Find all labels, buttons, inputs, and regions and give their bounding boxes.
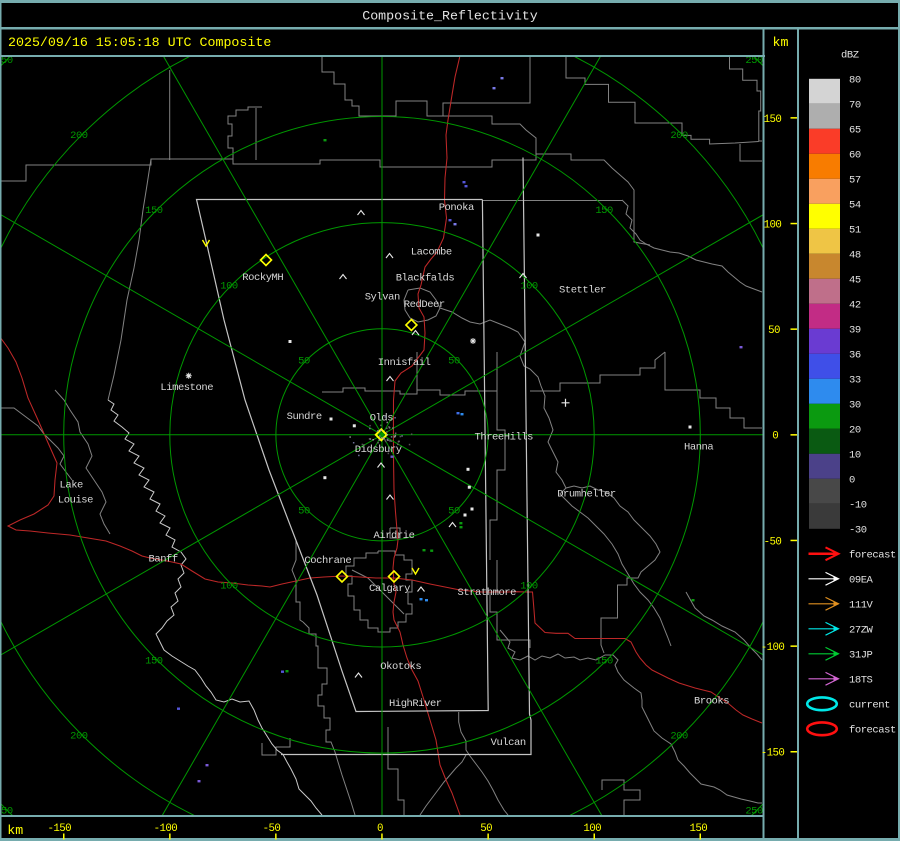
svg-text:Okotoks: Okotoks — [380, 661, 421, 673]
svg-text:150: 150 — [595, 205, 613, 217]
svg-text:100: 100 — [764, 219, 782, 231]
svg-text:Sundre: Sundre — [287, 411, 322, 423]
svg-text:Limestone: Limestone — [160, 382, 213, 394]
svg-text:Strathmore: Strathmore — [458, 587, 517, 599]
svg-text:50: 50 — [448, 355, 460, 367]
svg-text:Stettler: Stettler — [559, 285, 606, 297]
svg-text:-50: -50 — [263, 823, 281, 835]
svg-text:Vulcan: Vulcan — [491, 737, 526, 749]
svg-text:50: 50 — [448, 505, 460, 517]
svg-text:09EA: 09EA — [849, 575, 874, 587]
svg-text:-30: -30 — [849, 525, 867, 537]
svg-text:27ZW: 27ZW — [849, 625, 874, 637]
svg-text:60: 60 — [849, 150, 861, 162]
svg-text:50: 50 — [768, 325, 780, 337]
svg-text:20: 20 — [849, 425, 861, 437]
svg-text:18TS: 18TS — [849, 675, 873, 687]
svg-text:Cochrane: Cochrane — [304, 555, 351, 567]
svg-text:Lake: Lake — [60, 480, 84, 492]
svg-text:150: 150 — [145, 205, 163, 217]
svg-text:100: 100 — [520, 280, 538, 292]
svg-text:0: 0 — [849, 475, 855, 487]
svg-text:200: 200 — [670, 730, 688, 742]
svg-text:Didsbury: Didsbury — [355, 444, 402, 456]
svg-text:Sylvan: Sylvan — [365, 292, 400, 304]
svg-text:36: 36 — [849, 350, 861, 362]
svg-text:150: 150 — [595, 655, 613, 667]
svg-text:70: 70 — [849, 100, 861, 112]
svg-text:Composite_Reflectivity: Composite_Reflectivity — [362, 9, 538, 24]
svg-text:10: 10 — [849, 450, 861, 462]
svg-text:Banff: Banff — [149, 554, 178, 566]
svg-text:-150: -150 — [48, 823, 72, 835]
svg-text:0: 0 — [772, 431, 778, 443]
svg-text:30: 30 — [849, 400, 861, 412]
svg-text:50: 50 — [298, 355, 310, 367]
svg-text:-10: -10 — [849, 500, 867, 512]
svg-text:Hanna: Hanna — [684, 442, 713, 454]
svg-text:-100: -100 — [761, 642, 785, 654]
svg-text:31JP: 31JP — [849, 650, 873, 662]
svg-text:200: 200 — [70, 730, 88, 742]
svg-text:39: 39 — [849, 325, 861, 337]
svg-text:RedDeer: RedDeer — [404, 299, 445, 311]
svg-text:Ponoka: Ponoka — [439, 202, 474, 214]
svg-text:Lacombe: Lacombe — [411, 247, 452, 259]
svg-text:57: 57 — [849, 175, 861, 187]
svg-text:150: 150 — [764, 114, 782, 126]
svg-text:dBZ: dBZ — [841, 50, 859, 62]
svg-text:150: 150 — [145, 655, 163, 667]
svg-text:48: 48 — [849, 250, 861, 262]
svg-text:current: current — [849, 700, 890, 712]
svg-text:54: 54 — [849, 200, 861, 212]
svg-text:2025/09/16 15:05:18 UTC Compos: 2025/09/16 15:05:18 UTC Composite — [8, 35, 271, 50]
svg-text:200: 200 — [70, 130, 88, 142]
svg-text:-150: -150 — [761, 748, 785, 760]
svg-text:Blackfalds: Blackfalds — [396, 273, 455, 285]
svg-text:Drumheller: Drumheller — [557, 489, 616, 501]
svg-text:-100: -100 — [154, 823, 178, 835]
svg-text:HighRiver: HighRiver — [389, 698, 442, 710]
svg-text:100: 100 — [583, 823, 601, 835]
svg-text:ThreeHills: ThreeHills — [475, 432, 534, 444]
svg-text:0: 0 — [377, 823, 383, 835]
svg-text:51: 51 — [849, 225, 861, 237]
svg-text:80: 80 — [849, 75, 861, 87]
svg-text:111V: 111V — [849, 600, 874, 612]
svg-text:42: 42 — [849, 300, 861, 312]
svg-text:100: 100 — [220, 280, 238, 292]
svg-text:Innisfail: Innisfail — [378, 357, 431, 369]
svg-text:-50: -50 — [764, 536, 782, 548]
svg-text:200: 200 — [670, 130, 688, 142]
svg-text:Olds: Olds — [370, 413, 394, 425]
svg-text:Airdrie: Airdrie — [374, 530, 415, 542]
svg-text:forecast: forecast — [849, 550, 896, 562]
svg-text:150: 150 — [689, 823, 707, 835]
svg-text:65: 65 — [849, 125, 861, 137]
svg-text:33: 33 — [849, 375, 861, 387]
svg-text:forecast: forecast — [849, 725, 896, 737]
svg-text:RockyMH: RockyMH — [242, 272, 283, 284]
svg-text:km: km — [773, 35, 789, 50]
svg-text:Calgary: Calgary — [369, 583, 410, 595]
svg-text:50: 50 — [480, 823, 492, 835]
svg-text:45: 45 — [849, 275, 861, 287]
svg-text:100: 100 — [520, 580, 538, 592]
svg-text:Brooks: Brooks — [694, 695, 729, 707]
svg-text:km: km — [7, 823, 23, 838]
svg-text:50: 50 — [298, 505, 310, 517]
svg-text:Louise: Louise — [58, 495, 93, 507]
svg-text:100: 100 — [220, 580, 238, 592]
